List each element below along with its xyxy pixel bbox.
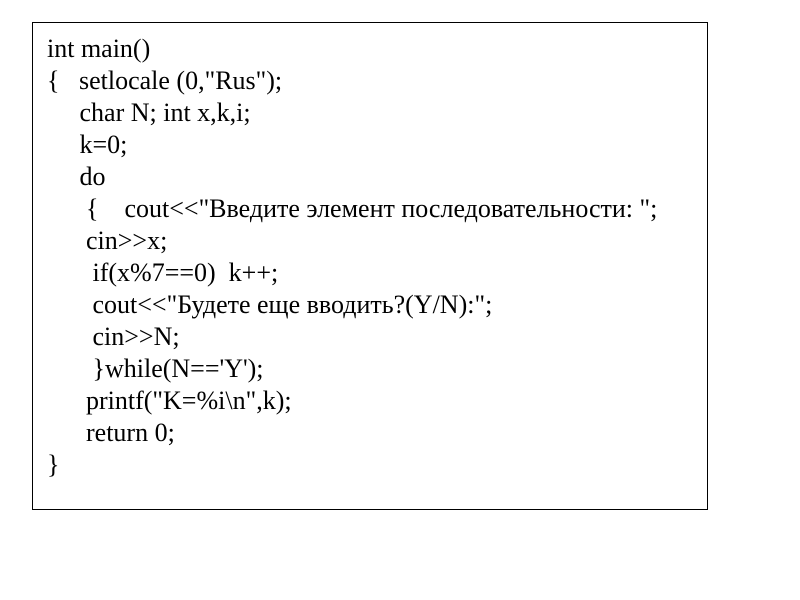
code-line: cout<<"Будете еще вводить?(Y/N):"; xyxy=(47,289,693,321)
code-line: cin>>x; xyxy=(47,225,693,257)
code-line: { setlocale (0,"Rus"); xyxy=(47,65,693,97)
code-line: cin>>N; xyxy=(47,321,693,353)
code-line: int main() xyxy=(47,33,693,65)
code-frame: int main() { setlocale (0,"Rus"); char N… xyxy=(32,22,708,510)
code-line: { cout<<"Введите элемент последовательно… xyxy=(47,193,693,225)
code-line: }while(N=='Y'); xyxy=(47,353,693,385)
code-line: } xyxy=(47,449,693,481)
code-line: if(x%7==0) k++; xyxy=(47,257,693,289)
code-line: return 0; xyxy=(47,417,693,449)
code-line: printf("K=%i\n",k); xyxy=(47,385,693,417)
code-line: do xyxy=(47,161,693,193)
code-line: char N; int x,k,i; xyxy=(47,97,693,129)
code-line: k=0; xyxy=(47,129,693,161)
